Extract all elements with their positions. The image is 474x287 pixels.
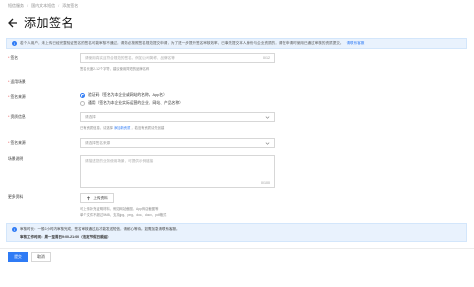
upload-help-2: 单个文件不超过5MB，支持jpg、png、doc、docx、pdf格式 [80,213,167,217]
breadcrumb-separator: / [27,3,29,8]
sign-name-help: 签名长度2-12个字符，建议使用简短的品牌名称 [80,67,150,71]
sign-source-label: *签名来源 [8,95,26,99]
qualification-label: *资质信息 [8,115,26,119]
sign-name-input[interactable]: 请使用真实且符合规范的签名，例如公司简称、品牌名等 0/12 [80,53,275,63]
verification-select[interactable]: 请选择签名来源 [80,138,275,148]
info-icon: i [12,227,17,232]
notice-text: 若个人用户，未上传已经完整验证签名的签名可能审核不通过，请务必按照签名规范提交申… [20,41,344,45]
radio-general[interactable]: 通用（签名为本企业实际运营的企业、网站、产品名称） [80,101,183,106]
cancel-button[interactable]: 取消 [31,252,51,262]
sign-name-placeholder: 请使用真实且符合规范的签名，例如公司简称、品牌名等 [85,55,175,60]
radio-button-checked[interactable] [80,93,85,98]
radio-button[interactable] [80,101,85,106]
page-title: 添加签名 [24,16,75,30]
sign-name-label: *签名 [8,56,19,60]
info-icon: i [12,41,17,46]
description-textarea[interactable]: 请描述您的业务使用场景，可提供示例链接 0/100 [80,155,275,188]
breadcrumb: 短信服务 / 国内文本短信 / 添加签名 [8,3,78,9]
chevron-down-icon [265,141,270,145]
review-hours-text: 审核工作时间：周一至周日9:00-21:00（法定节假日顺延） [20,235,111,239]
radio-label: 通用（签名为本企业实际运营的企业、网站、产品名称） [88,101,183,105]
upload-icon [87,195,91,200]
submit-button[interactable]: 提交 [8,252,28,262]
breadcrumb-separator: / [58,3,60,8]
title-row: 添加签名 [8,14,74,31]
upload-help-1: 可上传补充证明材料，例如网站截图、App商店截图等 [80,207,159,211]
footer-divider [0,248,474,249]
radio-verification-code[interactable]: 验证码（签名为本企业或网站的名称，App名） [80,93,167,98]
description-counter: 0/100 [261,181,270,185]
app-scene-label: *适用场景 [8,80,26,84]
back-arrow-icon[interactable] [8,17,18,29]
info-notice: i 若个人用户，未上传已经完整验证签名的签名可能审核不通过，请务必按照签名规范提… [6,38,467,49]
review-time-text: 审核时长：一般2小时内审核完成，签名审核通过后才能发送短信，请耐心等待。如需加急… [20,227,180,231]
qualification-help: 已有资质信息，请选择 添加新资质 ，若没有资质请先创建 [80,126,165,130]
add-qualification-link[interactable]: 添加新资质 [114,126,130,130]
breadcrumb-item-sms[interactable]: 短信服务 [8,3,24,9]
breadcrumb-item-domestic[interactable]: 国内文本短信 [31,3,55,9]
notice-link[interactable]: 请联系客服 [346,41,364,46]
radio-label: 验证码（签名为本企业或网站的名称，App名） [88,93,167,97]
upload-button[interactable]: 上传资料 [80,193,114,203]
more-info-label: 更多资料 [8,195,24,199]
sign-name-counter: 0/12 [263,56,270,60]
description-placeholder: 请描述您的业务使用场景，可提供示例链接 [85,159,154,163]
verification-label: *签名来源 [8,141,26,145]
verification-placeholder: 请选择签名来源 [85,140,111,145]
chevron-down-icon [265,115,270,119]
breadcrumb-item-current: 添加签名 [62,3,79,8]
review-notice: i 审核时长：一般2小时内审核完成，签名审核通过后才能发送短信，请耐心等待。如需… [6,223,467,242]
description-label: 场景说明 [8,157,24,161]
upload-label: 上传资料 [93,195,108,200]
qualification-select[interactable]: 请选择 [80,112,275,122]
qualification-placeholder: 请选择 [85,114,96,119]
